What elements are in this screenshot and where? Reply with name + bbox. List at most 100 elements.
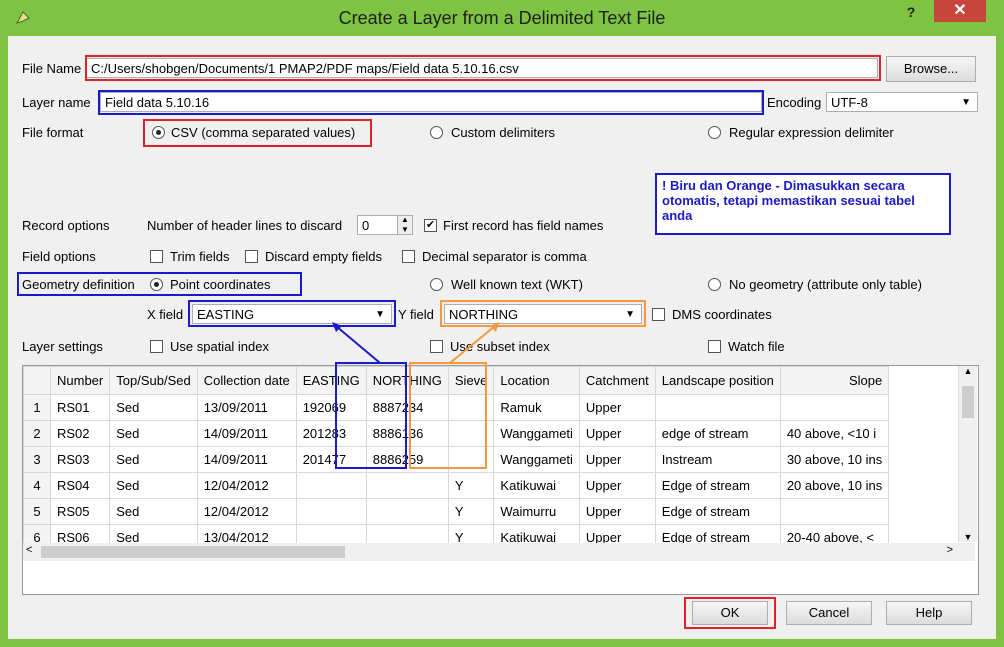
easting-column-highlight: [335, 362, 407, 469]
table-cell: Edge of stream: [654, 498, 781, 525]
chevron-left-icon[interactable]: <: [26, 544, 32, 556]
custom-delimiters-radio[interactable]: [430, 126, 443, 139]
help-title-button[interactable]: ?: [898, 4, 924, 24]
table-cell: Sed: [109, 472, 198, 499]
column-header[interactable]: [23, 366, 51, 395]
table-row[interactable]: 4 RS04 Sed 12/04/2012 Y Katikuwai Upper Edge of…: [23, 472, 890, 499]
dms-checkbox[interactable]: [652, 308, 665, 321]
table-cell: RS03: [49, 446, 111, 473]
table-cell: Wanggameti: [493, 420, 580, 447]
table-cell: edge of stream: [654, 420, 781, 447]
first-record-label: First record has field names: [443, 218, 604, 233]
table-cell: Instream: [654, 446, 781, 473]
layer-name-highlight: [98, 90, 764, 115]
table-cell: Y: [447, 498, 495, 525]
table-cell: 13/09/2011: [196, 394, 297, 421]
table-cell: Sed: [109, 446, 198, 473]
first-record-checkbox[interactable]: ✔: [424, 219, 437, 232]
table-cell: [779, 394, 890, 421]
regex-delimiter-radio[interactable]: [708, 126, 721, 139]
table-cell: Katikuwai: [493, 472, 580, 499]
header-lines-value: 0: [362, 218, 370, 233]
row-number: 3: [23, 446, 51, 473]
table-cell: 14/09/2011: [196, 420, 297, 447]
file-name-highlight: [85, 55, 881, 81]
watch-file-checkbox[interactable]: [708, 340, 721, 353]
wkt-label: Well known text (WKT): [451, 277, 583, 292]
table-cell: [365, 498, 449, 525]
table-cell: Upper: [578, 472, 656, 499]
table-cell: RS05: [49, 498, 111, 525]
regex-delimiter-label: Regular expression delimiter: [729, 125, 894, 140]
column-header[interactable]: Location: [493, 366, 580, 395]
decimal-comma-label: Decimal separator is comma: [422, 249, 587, 264]
chevron-right-icon[interactable]: >: [947, 544, 953, 556]
header-lines-spinbox[interactable]: 0 ▲ ▼: [357, 215, 413, 235]
table-cell: [654, 394, 781, 421]
table-cell: Sed: [109, 498, 198, 525]
trim-fields-label: Trim fields: [170, 249, 230, 264]
window-title: Create a Layer from a Delimited Text Fil…: [338, 8, 666, 28]
table-cell: [365, 472, 449, 499]
table-cell: 30 above, 10 ins: [779, 446, 890, 473]
northing-column-highlight: [409, 362, 487, 469]
help-button[interactable]: Help: [886, 601, 972, 625]
column-header[interactable]: Landscape position: [654, 366, 781, 395]
table-cell: RS04: [49, 472, 111, 499]
table-cell: 20 above, 10 ins: [779, 472, 890, 499]
column-header[interactable]: Number: [49, 366, 111, 395]
column-header[interactable]: Slope: [779, 366, 890, 395]
column-header[interactable]: Catchment: [578, 366, 656, 395]
trim-fields-checkbox[interactable]: [150, 250, 163, 263]
column-header[interactable]: Collection date: [196, 366, 297, 395]
dms-label: DMS coordinates: [672, 307, 772, 322]
table-cell: Upper: [578, 420, 656, 447]
encoding-value: UTF-8: [831, 95, 868, 110]
table-cell: 12/04/2012: [196, 498, 297, 525]
chevron-up-icon[interactable]: ▲: [959, 366, 977, 376]
spin-arrows-icon[interactable]: ▲ ▼: [397, 216, 412, 234]
cancel-button[interactable]: Cancel: [786, 601, 872, 625]
encoding-select[interactable]: UTF-8 ▼: [826, 92, 978, 112]
column-header[interactable]: Top/Sub/Sed: [109, 366, 198, 395]
annotation-note: ! Biru dan Orange - Dimasukkan secara ot…: [655, 173, 951, 235]
chevron-down-icon[interactable]: ▼: [959, 532, 977, 542]
browse-button[interactable]: Browse...: [886, 56, 976, 82]
point-coordinates-radio[interactable]: [150, 278, 163, 291]
record-options-label: Record options: [22, 218, 110, 233]
table-cell: Sed: [109, 394, 198, 421]
no-geometry-label: No geometry (attribute only table): [729, 277, 922, 292]
custom-delimiters-label: Custom delimiters: [451, 125, 556, 140]
vertical-scrollbar[interactable]: ▲ ▼: [958, 366, 977, 542]
close-button[interactable]: ✕: [934, 0, 986, 22]
table-cell: 12/04/2012: [196, 472, 297, 499]
discard-empty-checkbox[interactable]: [245, 250, 258, 263]
table-cell: Wanggameti: [493, 446, 580, 473]
table-cell: 40 above, <10 i: [779, 420, 890, 447]
table-cell: Upper: [578, 446, 656, 473]
no-geometry-radio[interactable]: [708, 278, 721, 291]
spatial-index-checkbox[interactable]: [150, 340, 163, 353]
wkt-radio[interactable]: [430, 278, 443, 291]
scroll-thumb[interactable]: [962, 386, 974, 418]
scroll-thumb[interactable]: [41, 546, 345, 558]
horizontal-scrollbar[interactable]: < >: [23, 543, 975, 561]
table-cell: Edge of stream: [654, 472, 781, 499]
csv-highlight: [143, 119, 372, 147]
file-name-label: File Name: [22, 61, 82, 76]
encoding-label: Encoding: [767, 95, 822, 110]
row-number: 4: [23, 472, 51, 499]
chevron-down-icon: ▼: [961, 97, 971, 108]
table-cell: Y: [447, 472, 495, 499]
file-format-label: File format: [22, 125, 84, 140]
decimal-comma-checkbox[interactable]: [402, 250, 415, 263]
ok-highlight: [684, 597, 776, 629]
table-cell: 14/09/2011: [196, 446, 297, 473]
title-bar[interactable]: Create a Layer from a Delimited Text Fil…: [0, 0, 1004, 36]
x-field-label: X field: [147, 307, 184, 322]
geometry-definition-label: Geometry definition: [22, 277, 135, 292]
table-cell: [779, 498, 890, 525]
table-row[interactable]: 5 RS05 Sed 12/04/2012 Y Waimurru Upper Edge of …: [23, 498, 890, 525]
watch-file-label: Watch file: [728, 339, 785, 354]
point-coordinates-label: Point coordinates: [170, 277, 271, 292]
